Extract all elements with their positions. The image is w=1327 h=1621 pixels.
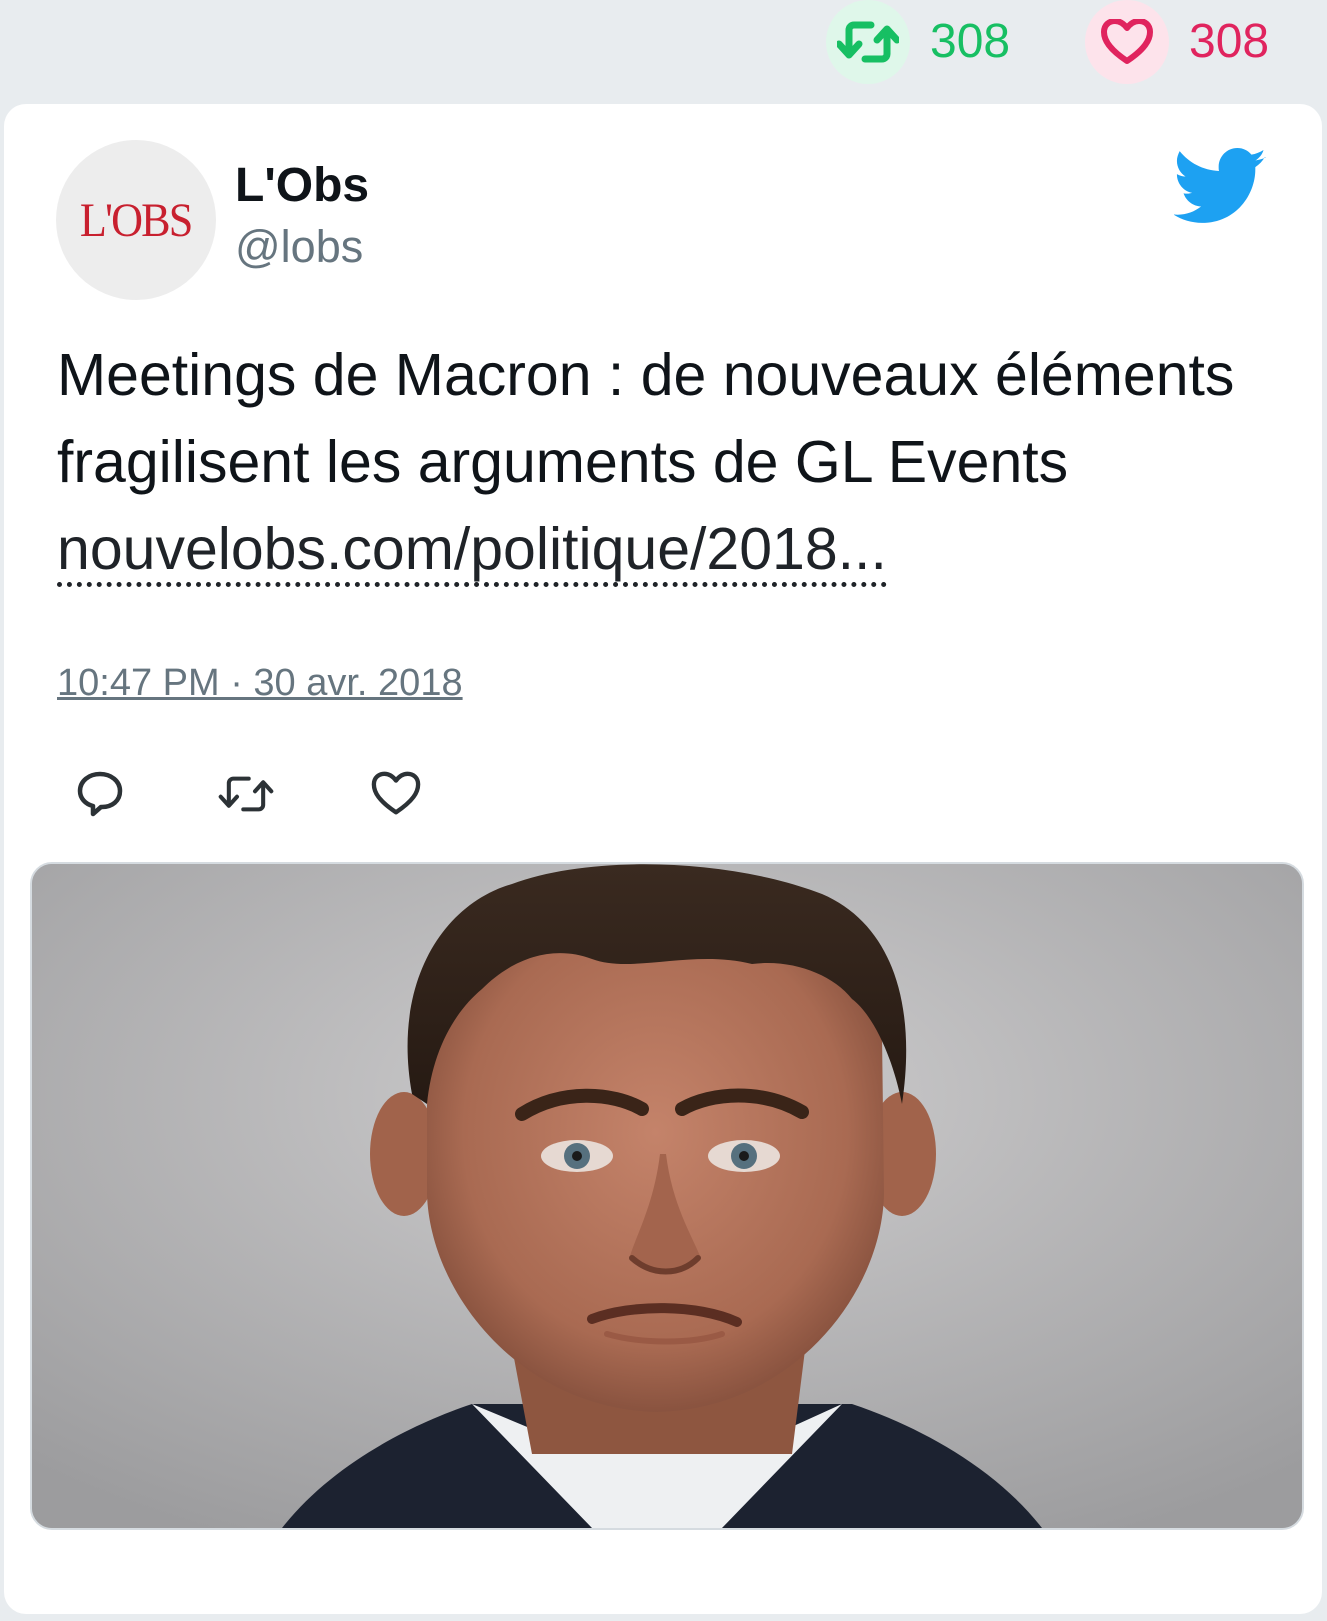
heart-icon[interactable] [1085, 0, 1169, 84]
like-count: 308 [1189, 15, 1270, 68]
tweet-timestamp[interactable]: 10:47 PM · 30 avr. 2018 [57, 664, 463, 702]
retweet-count: 308 [930, 15, 1011, 68]
twitter-bird-icon[interactable] [1174, 148, 1268, 226]
portrait-image [32, 864, 1302, 1528]
retweet-icon[interactable] [826, 0, 910, 84]
avatar-logo: L'OBS [80, 193, 193, 247]
retweet-stat[interactable]: 308 [826, 0, 1011, 84]
tweet-link[interactable]: nouvelobs.com/politique/2018... [57, 516, 887, 587]
stats-bar: 308 308 [0, 0, 1327, 96]
reply-icon[interactable] [72, 766, 128, 822]
tweet-photo[interactable] [30, 862, 1304, 1530]
tweet-body: Meetings de Macron : de nouveaux élément… [57, 342, 1235, 495]
avatar[interactable]: L'OBS [56, 140, 216, 300]
tweet-text: Meetings de Macron : de nouveaux élément… [57, 332, 1287, 593]
like-icon[interactable] [368, 766, 424, 822]
author-name[interactable]: L'Obs [235, 162, 369, 210]
retweet-icon[interactable] [218, 766, 274, 822]
tweet-card: L'OBS L'Obs @lobs Meetings de Macron : d… [4, 104, 1322, 1614]
like-stat[interactable]: 308 [1085, 0, 1270, 84]
author-handle[interactable]: @lobs [235, 224, 363, 269]
